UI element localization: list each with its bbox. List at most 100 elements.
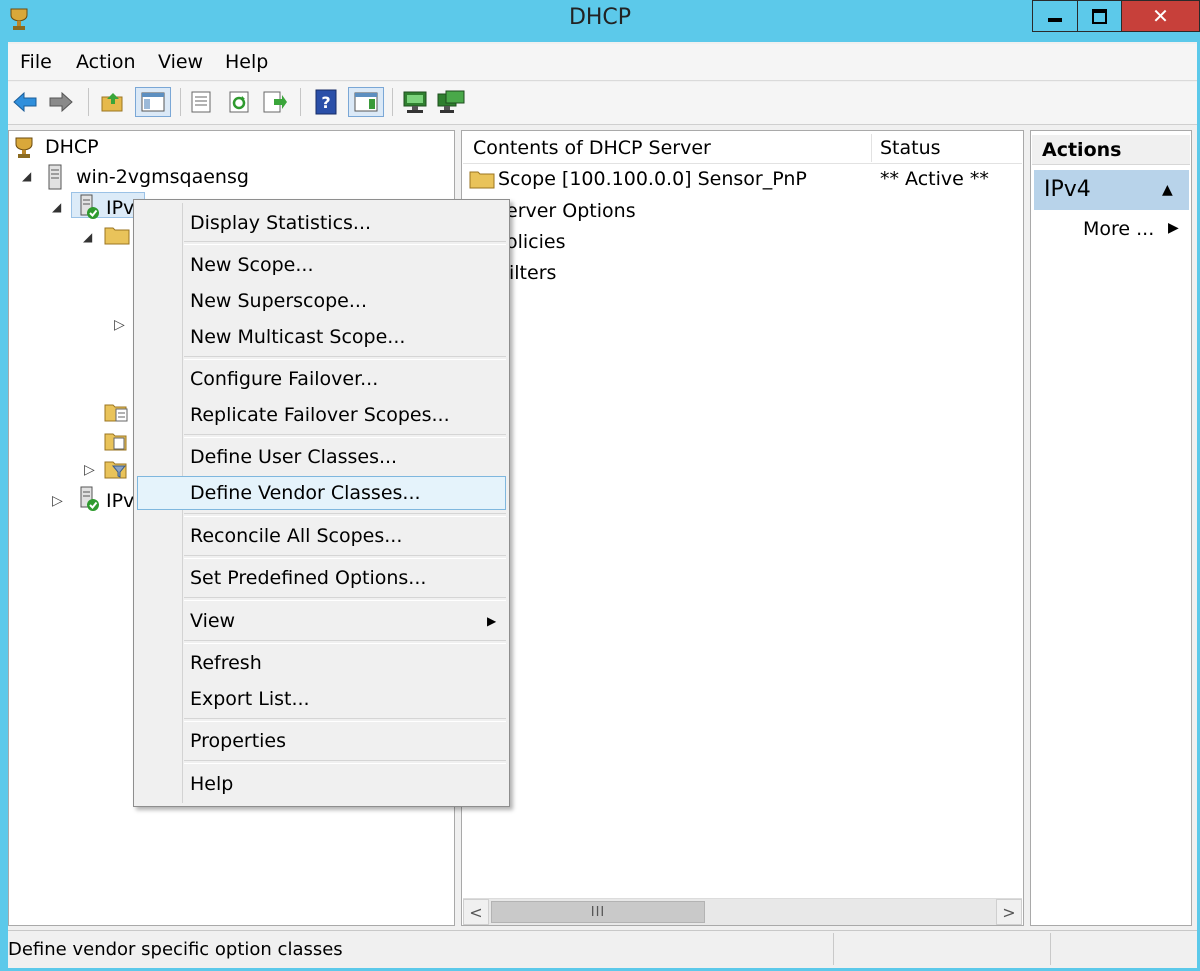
- tree-server-node[interactable]: win-2vgmsqaensg: [76, 166, 249, 188]
- context-menu: Display Statistics... New Scope... New S…: [133, 199, 510, 807]
- actions-more[interactable]: More ...: [1083, 218, 1154, 240]
- tree-dhcp-icon: [12, 136, 36, 164]
- minimize-button[interactable]: [1032, 0, 1078, 32]
- help-icon: ?: [315, 89, 337, 115]
- forward-button[interactable]: [46, 87, 76, 117]
- menu-action[interactable]: Action: [76, 51, 136, 73]
- list-item-scope[interactable]: Scope [100.100.0.0] Sensor_PnP: [498, 168, 807, 190]
- up-one-level-button[interactable]: [98, 87, 128, 117]
- tree-expanded-icon[interactable]: ◢: [22, 169, 31, 183]
- authorize-server-button[interactable]: [400, 87, 430, 117]
- back-arrow-icon: [13, 91, 37, 113]
- menu-item-reconcile-all-scopes[interactable]: Reconcile All Scopes...: [137, 519, 506, 553]
- actions-section-label: IPv4: [1044, 177, 1091, 202]
- menu-bar: File Action View Help: [8, 44, 1197, 81]
- status-separator: [1050, 933, 1051, 965]
- ipv6-server-icon: [78, 486, 100, 516]
- menu-separator: [184, 356, 506, 360]
- tree-expanded-icon[interactable]: ◢: [52, 200, 61, 214]
- show-hide-console-tree-icon: [141, 92, 165, 112]
- menu-help[interactable]: Help: [225, 51, 268, 73]
- tree-expanded-icon[interactable]: ◢: [83, 230, 92, 244]
- menu-item-replicate-failover-scopes[interactable]: Replicate Failover Scopes...: [137, 398, 506, 432]
- collapse-up-icon[interactable]: ▲: [1162, 170, 1173, 210]
- close-button[interactable]: ✕: [1122, 0, 1200, 32]
- menu-separator: [184, 241, 506, 245]
- actions-section-ipv4[interactable]: IPv4 ▲: [1034, 170, 1189, 210]
- list-item-filters[interactable]: ilters: [509, 262, 556, 284]
- folder-icon: [104, 224, 130, 250]
- unauthorize-server-button[interactable]: [436, 87, 466, 117]
- scroll-left-button[interactable]: <: [463, 899, 489, 925]
- tree-collapsed-icon[interactable]: ▷: [84, 462, 95, 478]
- server-options-icon: [104, 401, 130, 429]
- maximize-button[interactable]: [1078, 0, 1122, 32]
- toolbar-separator: [300, 88, 301, 116]
- refresh-button[interactable]: [224, 87, 254, 117]
- menu-item-set-predefined-options[interactable]: Set Predefined Options...: [137, 561, 506, 595]
- export-list-button[interactable]: [260, 87, 290, 117]
- list-item-server-options[interactable]: erver Options: [506, 200, 636, 222]
- window-title: DHCP: [568, 5, 632, 30]
- policies-icon: [104, 430, 130, 458]
- show-hide-action-pane-icon: [354, 92, 378, 112]
- toolbar-separator: [180, 88, 181, 116]
- tree-collapsed-icon[interactable]: ▷: [52, 493, 63, 509]
- ipv4-server-icon: [78, 194, 100, 224]
- menu-item-properties[interactable]: Properties: [137, 724, 506, 758]
- horizontal-scrollbar[interactable]: < III >: [463, 898, 1022, 925]
- menu-separator: [184, 555, 506, 559]
- status-separator: [833, 933, 834, 965]
- close-icon: ✕: [1152, 4, 1169, 28]
- menu-separator: [184, 760, 506, 764]
- tree-collapsed-icon[interactable]: ▷: [114, 317, 125, 333]
- menu-item-define-user-classes[interactable]: Define User Classes...: [137, 440, 506, 474]
- column-header-contents[interactable]: Contents of DHCP Server: [473, 137, 711, 159]
- list-item-scope-status: ** Active **: [880, 168, 989, 190]
- menu-item-help[interactable]: Help: [137, 767, 506, 801]
- properties-button[interactable]: [186, 87, 216, 117]
- tree-ipv6-node[interactable]: IPv: [106, 490, 134, 512]
- menu-view[interactable]: View: [158, 51, 203, 73]
- forward-arrow-icon: [49, 91, 73, 113]
- maximize-icon: [1092, 8, 1107, 24]
- status-text: Define vendor specific option classes: [8, 939, 343, 960]
- menu-item-new-superscope[interactable]: New Superscope...: [137, 284, 506, 318]
- export-list-icon: [263, 91, 287, 113]
- menu-item-define-vendor-classes[interactable]: Define Vendor Classes...: [137, 476, 506, 510]
- authorize-server-icon: [403, 91, 427, 113]
- menu-item-view[interactable]: View ▶: [137, 604, 506, 638]
- list-item-policies[interactable]: olicies: [506, 231, 566, 253]
- column-header-status[interactable]: Status: [880, 137, 941, 159]
- toolbar-separator: [392, 88, 393, 116]
- svg-text:?: ?: [321, 93, 330, 112]
- help-button[interactable]: ?: [311, 87, 341, 117]
- menu-separator: [184, 513, 506, 517]
- toolbar-separator: [88, 88, 89, 116]
- back-button[interactable]: [10, 87, 40, 117]
- tree-root-dhcp[interactable]: DHCP: [45, 136, 99, 158]
- actions-pane: [1030, 130, 1192, 926]
- menu-separator: [184, 597, 506, 601]
- properties-icon: [191, 91, 211, 113]
- menu-item-refresh[interactable]: Refresh: [137, 646, 506, 680]
- menu-item-export-list[interactable]: Export List...: [137, 682, 506, 716]
- menu-separator: [184, 718, 506, 722]
- refresh-icon: [229, 91, 249, 113]
- menu-file[interactable]: File: [20, 51, 52, 73]
- submenu-arrow-icon[interactable]: ▶: [1168, 220, 1179, 236]
- menu-item-new-multicast-scope[interactable]: New Multicast Scope...: [137, 320, 506, 354]
- toolbar: ?: [8, 82, 1197, 125]
- scroll-thumb[interactable]: III: [491, 901, 705, 923]
- filters-icon: [104, 458, 130, 486]
- show-hide-console-tree-button[interactable]: [135, 87, 171, 117]
- menu-item-new-scope[interactable]: New Scope...: [137, 248, 506, 282]
- show-hide-action-pane-button[interactable]: [348, 87, 384, 117]
- column-divider[interactable]: [871, 134, 872, 162]
- scroll-right-button[interactable]: >: [996, 899, 1022, 925]
- tree-ipv4-node[interactable]: IPv: [106, 197, 134, 219]
- status-bar: Define vendor specific option classes: [8, 930, 1197, 967]
- menu-item-display-statistics[interactable]: Display Statistics...: [137, 206, 506, 240]
- menu-item-configure-failover[interactable]: Configure Failover...: [137, 362, 506, 396]
- submenu-arrow-icon: ▶: [487, 614, 497, 628]
